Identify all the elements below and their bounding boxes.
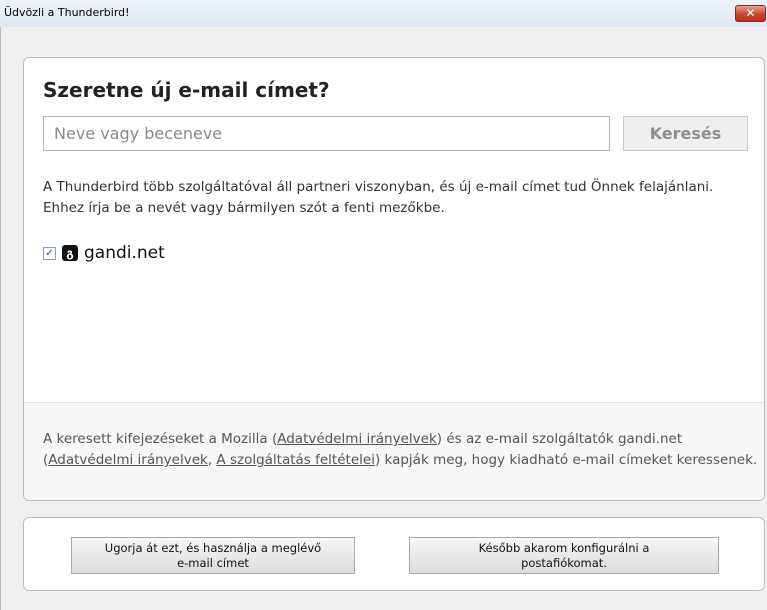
- later-button-line-1: Később akarom konfigurálni a: [478, 541, 650, 555]
- privacy-notice: A keresett kifejezéseket a Mozilla (Adat…: [43, 429, 758, 471]
- name-search-input[interactable]: [43, 116, 610, 151]
- new-email-card: Szeretne új e-mail címet? Keresés A Thun…: [23, 57, 765, 501]
- page-title: Szeretne új e-mail címet?: [43, 78, 330, 102]
- privacy-text-1: A keresett kifejezéseket a Mozilla (: [43, 431, 278, 447]
- skip-use-existing-button[interactable]: Ugorja át ezt, és használja a meglévő e-…: [71, 537, 355, 574]
- privacy-text-4: ) kapják meg, hogy kiadható e-mail címek…: [374, 452, 758, 468]
- mozilla-privacy-link[interactable]: Adatvédelmi irányelvek: [277, 431, 437, 447]
- close-icon: ✕: [745, 6, 756, 20]
- gandi-privacy-link[interactable]: Adatvédelmi irányelvek: [48, 452, 208, 468]
- gandi-logo-icon: გ: [62, 245, 78, 261]
- search-button[interactable]: Keresés: [623, 116, 748, 151]
- gandi-terms-link[interactable]: A szolgáltatás feltételei: [216, 452, 375, 468]
- provider-checkbox[interactable]: ✓: [43, 247, 56, 260]
- close-button[interactable]: ✕: [735, 5, 766, 22]
- configure-later-button[interactable]: Később akarom konfigurálni a postafiókom…: [409, 537, 719, 574]
- title-bar: Üdvözli a Thunderbird! ✕: [0, 0, 767, 28]
- description-text: A Thunderbird több szolgáltatóval áll pa…: [43, 179, 714, 216]
- skip-button-line-1: Ugorja át ezt, és használja a meglévő: [104, 541, 322, 555]
- provider-name: gandi.net: [84, 243, 165, 263]
- window-title: Üdvözli a Thunderbird!: [4, 6, 130, 19]
- action-panel: Ugorja át ezt, és használja a meglévő e-…: [23, 517, 765, 591]
- skip-button-line-2: e-mail címet: [177, 556, 249, 570]
- later-button-line-2: postafiókomat.: [521, 556, 607, 570]
- privacy-footer: A keresett kifejezéseket a Mozilla (Adat…: [24, 402, 764, 500]
